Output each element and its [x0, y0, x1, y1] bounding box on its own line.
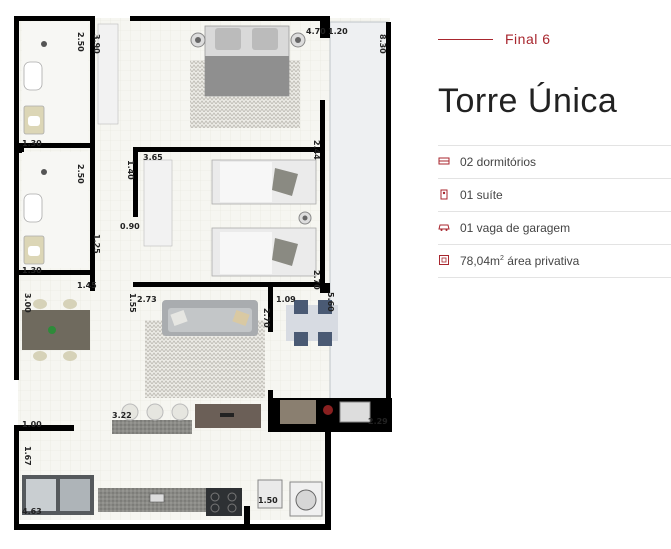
final-label: Final 6	[438, 31, 558, 49]
dimension-label: 4.63	[22, 507, 42, 516]
feature-list: 02 dormitórios 01 suíte 01 vaga de garag…	[438, 145, 671, 278]
dimension-label: 2.50	[76, 164, 85, 184]
dimension-label: 1.30	[22, 266, 42, 275]
dimension-label: 0.90	[120, 222, 140, 231]
car-icon	[438, 224, 450, 231]
dimension-label: 1.00	[22, 420, 42, 429]
feature-item-bedrooms: 02 dormitórios	[438, 145, 671, 179]
dimension-label: 1.55	[128, 293, 137, 313]
dimension-label: 3.90	[92, 34, 101, 54]
dimension-label: 1.67	[23, 446, 32, 466]
suite-icon	[440, 189, 448, 200]
dimension-label: 1.20	[328, 27, 348, 36]
dimension-label: 1.40	[126, 160, 135, 180]
dimension-label: 2.73	[137, 295, 157, 304]
dimension-label: 3.65	[143, 153, 163, 162]
final-text: Final 6	[505, 31, 551, 47]
dimension-label: 2.44	[312, 140, 321, 160]
bed-icon	[438, 157, 450, 165]
dimension-label: 1.45	[77, 281, 97, 290]
dimension-label: 2.29	[368, 417, 388, 426]
dimension-label: 1.25	[92, 234, 101, 254]
feature-item-parking: 01 vaga de garagem	[438, 212, 671, 245]
page-title: Torre Única	[438, 82, 618, 120]
unit-info-panel: Final 6 Torre Única 02 dormitórios 01 su…	[438, 0, 671, 549]
feature-text: 78,04m2 área privativa	[460, 254, 580, 268]
feature-text: 01 vaga de garagem	[460, 221, 571, 235]
feature-item-suite: 01 suíte	[438, 179, 671, 212]
dimension-label: 1.09	[276, 295, 296, 304]
area-icon	[439, 255, 449, 265]
dimension-label: 3.22	[112, 411, 132, 420]
floor-plan: 2.50 3.90 4.70 1.20 8.30 1.30 2.50 1.40 3.65 2.44…	[14, 16, 392, 530]
dimension-label: 1.30	[22, 139, 42, 148]
dimension-label: 2.50	[76, 32, 85, 52]
dimension-label: 5.60	[326, 292, 335, 312]
dimension-label: 3.00	[23, 293, 32, 313]
dimension-label: 2.70	[312, 270, 321, 290]
balcony-floor	[330, 22, 388, 400]
dimension-label: 2.70	[262, 308, 271, 328]
feature-item-area: 78,04m2 área privativa	[438, 245, 671, 278]
dimension-label: 4.70	[306, 27, 326, 36]
dimension-label: 1.50	[258, 496, 278, 505]
feature-text: 02 dormitórios	[460, 155, 537, 169]
accent-line	[438, 39, 493, 40]
dimension-label: 8.30	[378, 34, 387, 54]
feature-text: 01 suíte	[460, 188, 503, 202]
